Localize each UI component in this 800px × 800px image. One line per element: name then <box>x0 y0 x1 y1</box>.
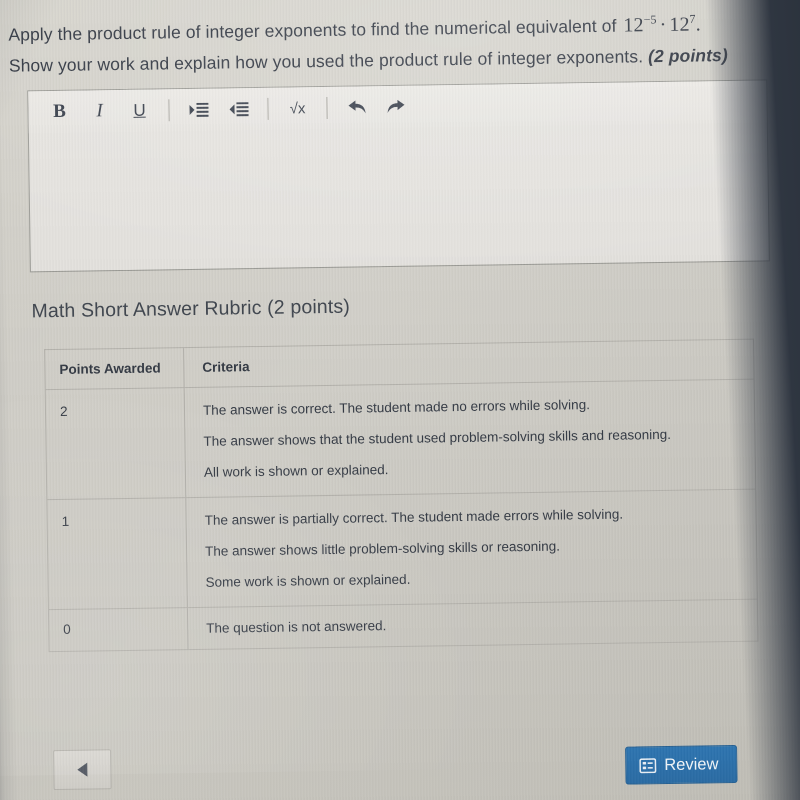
triangle-left-icon <box>77 762 88 777</box>
table-row: 1 The answer is partially correct. The s… <box>47 489 757 611</box>
square-root-button[interactable]: √x <box>277 92 317 125</box>
screen-surface: Apply the product rule of integer expone… <box>0 0 800 800</box>
italic-button[interactable]: I <box>79 95 119 128</box>
question-prompt: Apply the product rule of integer expone… <box>8 8 785 82</box>
square-root-icon: √x <box>289 99 306 118</box>
row-points-value: 2 <box>45 388 187 500</box>
row-criteria-cell: The answer is correct. The student made … <box>185 380 756 497</box>
criteria-line: The answer shows that the student used p… <box>203 426 672 449</box>
row-criteria-cell: The question is not answered. <box>188 600 758 649</box>
math-multiplication-dot: · <box>659 13 667 37</box>
screen-photo: Apply the product rule of integer expone… <box>0 0 800 800</box>
criteria-line: All work is shown or explained. <box>203 462 389 480</box>
table-row: 2 The answer is correct. The student mad… <box>45 379 756 501</box>
indent-icon <box>188 102 209 117</box>
toolbar-divider <box>168 99 170 122</box>
grid-list-icon <box>639 757 657 773</box>
row-criteria-cell: The answer is partially correct. The stu… <box>186 490 757 607</box>
criteria-line: The answer is partially correct. The stu… <box>204 506 624 528</box>
underline-button[interactable]: U <box>119 94 159 127</box>
column-header-points: Points Awarded <box>45 348 185 390</box>
bold-button[interactable]: B <box>39 96 79 129</box>
criteria-line: Some work is shown or explained. <box>205 571 411 590</box>
row-points-value: 0 <box>48 608 189 652</box>
toolbar-divider <box>267 97 269 120</box>
rubric-table: Points Awarded Criteria 2 The answer is … <box>44 338 759 653</box>
rubric-title: Math Short Answer Rubric (2 points) <box>31 295 351 323</box>
back-button[interactable] <box>53 749 112 791</box>
undo-button[interactable] <box>336 91 376 124</box>
math-exponent-1: −5 <box>643 12 657 27</box>
review-button[interactable]: Review <box>625 744 738 785</box>
page-content: Apply the product rule of integer expone… <box>0 0 800 800</box>
math-expression: 12−5 · 127. <box>621 12 703 37</box>
math-base-2: 12 <box>669 13 690 36</box>
toolbar-divider <box>326 96 328 119</box>
question-points-note: (2 points) <box>647 45 728 67</box>
outdent-icon <box>229 101 249 117</box>
math-base-1: 12 <box>623 14 644 37</box>
criteria-line: The question is not answered. <box>206 618 387 636</box>
question-line-1: Apply the product rule of integer expone… <box>8 15 617 45</box>
outdent-button[interactable] <box>218 93 258 126</box>
criteria-line: The answer is correct. The student made … <box>202 397 591 418</box>
indent-button[interactable] <box>178 94 218 127</box>
criteria-line: The answer shows little problem-solving … <box>204 538 561 559</box>
question-line-2: Show your work and explain how you used … <box>8 46 644 76</box>
row-points-value: 1 <box>47 498 188 610</box>
review-button-label: Review <box>664 754 719 774</box>
math-period: . <box>695 13 701 36</box>
redo-button[interactable] <box>376 91 416 124</box>
undo-icon <box>346 99 366 115</box>
redo-icon <box>386 99 406 115</box>
answer-editor[interactable]: B I U √x <box>27 79 770 273</box>
editor-text-area[interactable] <box>29 122 769 272</box>
